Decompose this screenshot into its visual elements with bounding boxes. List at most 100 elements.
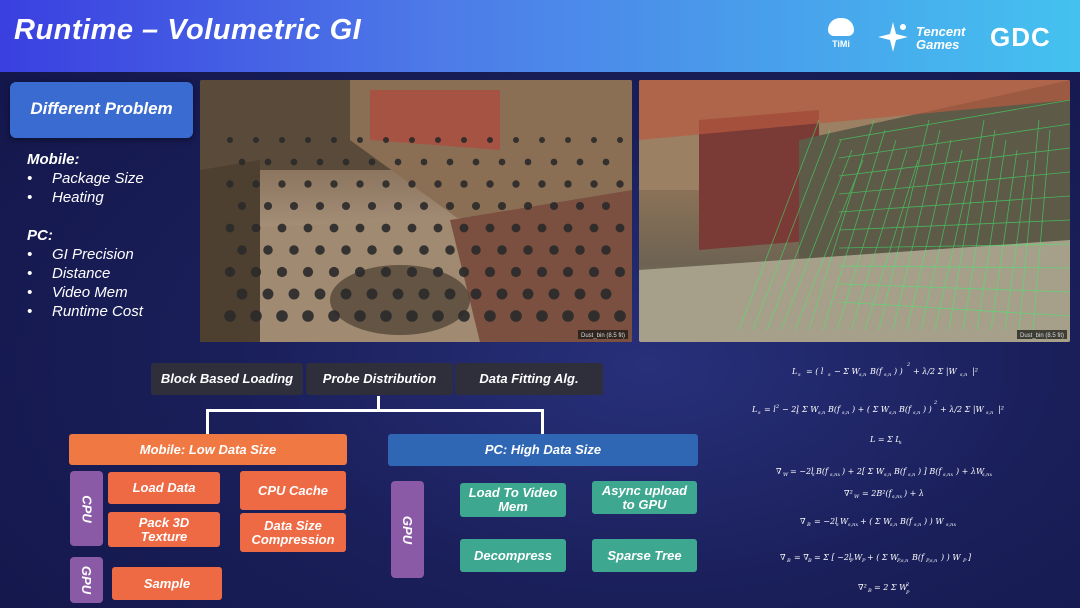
probe-sphere [392,288,404,300]
probe-sphere [564,180,572,188]
probe-sphere [354,266,366,278]
probe-sphere [279,137,285,143]
probe-sphere [524,158,532,166]
probe-distribution-box: Probe Distribution [306,363,453,395]
probe-sphere [393,201,403,211]
svg-text:B(f: B(f [898,405,913,414]
timi-logo: TiMi [826,18,856,58]
tencent-logo-line2: Games [916,37,960,52]
probe-sphere [550,158,558,166]
probe-sphere [549,245,559,255]
gdc-logo: GDC [990,22,1051,52]
svg-text:= l: = l [764,405,776,414]
block-based-loading-label: Block Based Loading [160,371,294,386]
decompress-label: Decompress [473,547,553,563]
probe-sphere [588,310,600,322]
pc-header-label: PC: High Data Size [484,442,602,457]
probe-sphere [549,201,559,211]
probe-sphere [433,223,443,233]
different-problem-label: Different Problem [30,99,173,118]
probe-sphere [224,310,236,322]
svg-text:s,nx: s,nx [982,472,992,478]
probe-sphere [381,223,391,233]
svg-text:s,n: s,n [884,472,891,478]
svg-text:= 2B²(f: = 2B²(f [862,489,894,498]
probe-sphere [288,288,300,300]
mobile-cpu-label: CPU [79,494,95,523]
pc-gpu-tag: GPU [391,481,424,578]
svg-text:B(f: B(f [899,517,914,526]
probe-distribution-screenshot: Dust_bin (8.5 fit) [200,80,632,342]
fitting-scene-image: Dust_bin (8.5 fit) [639,80,1070,342]
probe-sphere [419,245,429,255]
svg-text:P: P [861,558,866,564]
probe-sphere [459,223,469,233]
different-problem-badge: Different Problem [10,82,193,138]
svg-text:Σ W: Σ W [801,405,819,414]
probe-sphere [394,158,402,166]
probe-sphere [304,180,312,188]
probe-sphere [522,288,534,300]
header-bar: Runtime – Volumetric GI TiMi Tencent Gam… [0,0,1080,72]
connector-trunk [377,396,380,410]
svg-text:W: W [783,472,789,478]
svg-text:B(f: B(f [893,467,908,476]
svg-text:∇: ∇ [800,517,806,526]
probe-sphere [497,201,507,211]
data-fitting-label: Data Fitting Alg. [479,371,579,386]
pc-item: Video Mem [27,283,143,302]
probe-sphere [616,180,624,188]
svg-text:]: ] [967,553,972,562]
probe-sphere [539,137,545,143]
svg-text:s,n: s,n [889,410,896,416]
svg-text:W: W [854,494,860,500]
probe-sphere [601,245,611,255]
cpu-cache-label: CPU Cache [257,482,329,498]
probe-scene-image: Dust_bin (8.5 fit) [200,80,632,342]
probe-sphere [510,310,522,322]
probe-sphere [486,180,494,188]
svg-text:) + λ: ) + λ [903,489,924,498]
probe-sphere [614,310,626,322]
probe-sphere [250,266,262,278]
probe-sphere [380,266,392,278]
probe-sphere [276,310,288,322]
probe-sphere [601,201,611,211]
svg-text:∇: ∇ [780,553,786,562]
svg-text:s,nx: s,nx [830,472,840,478]
mobile-item: Package Size [27,169,144,188]
compress-line2: Compression [251,531,335,547]
probe-sphere [328,310,340,322]
probe-sphere [600,288,612,300]
probe-sphere [574,288,586,300]
sample-label: Sample [143,575,191,591]
probe-sphere [418,288,430,300]
load-data-label: Load Data [132,480,196,495]
svg-text:|²: |² [972,367,978,376]
svg-text:+ ( Σ W: + ( Σ W [860,517,892,526]
probe-sphere [329,223,339,233]
block-based-loading-box: Block Based Loading [151,363,303,395]
formula-block: Ls = ( ls − Σ Ws,n B(f s,n ) ) 2 + λ/2 Σ |… [746,346,1080,608]
probe-sphere [484,266,496,278]
svg-text:) + 2[ Σ W: ) + 2[ Σ W [841,467,885,476]
probe-sphere [303,223,313,233]
pc-item: Distance [27,264,143,283]
probe-sphere [289,245,299,255]
svg-text:P: P [905,590,910,596]
probe-sphere [289,201,299,211]
probe-sphere [419,201,429,211]
probe-sphere [342,158,350,166]
pack-line1: Pack 3D [138,514,190,530]
pack-line2: Texture [140,528,188,544]
probe-sphere [253,137,259,143]
svg-text:) + ( Σ W: ) + ( Σ W [851,405,890,414]
probe-sphere [461,137,467,143]
probe-sphere [523,201,533,211]
probe-sphere [341,245,351,255]
formula-image: Ls = ( ls − Σ Ws,n B(f s,n ) )2 + λ/2 Σ |… [751,362,1004,596]
probe-sphere [263,245,273,255]
data-size-compression-box: Data Size Compression [240,513,346,552]
pc-item: GI Precision [27,245,143,264]
probe-sphere [484,310,496,322]
